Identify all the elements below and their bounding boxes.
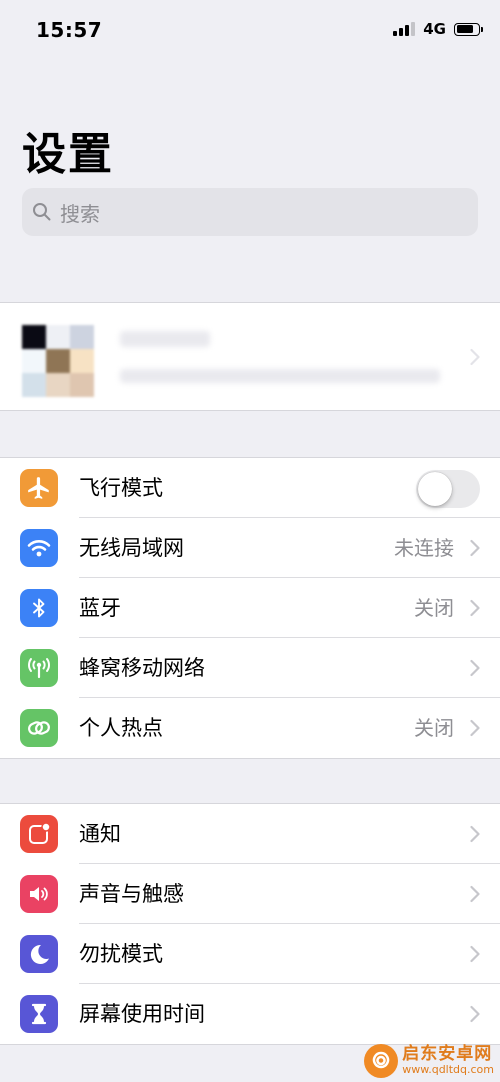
search-icon [33,203,51,221]
speaker-icon [20,875,58,913]
cellular-signal-icon [393,22,416,36]
settings-row-airplane[interactable]: 飞行模式 [0,458,500,518]
settings-group-system: 通知 声音与触感 勿扰模式 屏幕使用时间 [0,803,500,1045]
settings-row-sounds[interactable]: 声音与触感 [0,864,500,924]
status-time: 15:57 [36,18,103,42]
settings-row-notifications[interactable]: 通知 [0,804,500,864]
settings-row-label: 勿扰模式 [79,942,163,966]
link-icon [20,709,58,747]
settings-row-bluetooth[interactable]: 蓝牙 关闭 [0,578,500,638]
hourglass-icon [20,995,58,1033]
settings-row-label: 声音与触感 [79,882,184,906]
network-type: 4G [423,20,446,38]
settings-row-value: 关闭 [414,596,454,620]
watermark-logo-icon [364,1044,399,1078]
settings-row-value: 未连接 [394,536,454,560]
settings-row-wifi[interactable]: 无线局域网 未连接 [0,518,500,578]
chevron-right-icon [470,539,480,557]
chevron-right-icon [470,885,480,903]
chevron-right-icon [470,348,480,365]
settings-row-label: 无线局域网 [79,536,184,560]
chevron-right-icon [470,659,480,677]
settings-row-cellular[interactable]: 蜂窝移动网络 [0,638,500,698]
settings-row-label: 个人热点 [79,716,163,740]
watermark: 启东安卓网 www.qdltdq.com [364,1044,494,1078]
settings-row-label: 飞行模式 [79,476,163,500]
settings-group-connectivity: 飞行模式 无线局域网 未连接 蓝牙 关闭 蜂窝移动网络 个人热点 关闭 [0,457,500,759]
notification-icon [20,815,58,853]
wifi-icon [20,529,58,567]
settings-row-label: 蜂窝移动网络 [79,656,205,680]
watermark-url: www.qdltdq.com [402,1063,494,1077]
search-input[interactable]: 搜索 [22,188,478,236]
search-placeholder: 搜索 [60,201,100,226]
settings-row-label: 通知 [79,822,121,846]
settings-row-dnd[interactable]: 勿扰模式 [0,924,500,984]
airplane-mode-toggle[interactable] [416,470,480,508]
chevron-right-icon [470,1005,480,1023]
settings-row-label: 屏幕使用时间 [79,1002,205,1026]
battery-icon [454,22,483,36]
page-title: 设置 [22,129,114,180]
chevron-right-icon [470,719,480,737]
status-indicators: 4G [393,20,483,38]
airplane-icon [20,469,58,507]
bluetooth-icon [20,589,58,627]
settings-row-hotspot[interactable]: 个人热点 关闭 [0,698,500,758]
chevron-right-icon [470,945,480,963]
chevron-right-icon [470,599,480,617]
chevron-right-icon [470,825,480,843]
antenna-icon [20,649,58,687]
apple-id-row[interactable] [0,302,500,411]
status-bar: 15:57 4G [0,0,500,62]
moon-icon [20,935,58,973]
watermark-title: 启东安卓网 [402,1044,493,1065]
avatar [22,325,94,397]
settings-row-label: 蓝牙 [79,596,121,620]
settings-row-value: 关闭 [414,716,454,740]
settings-row-screen-time[interactable]: 屏幕使用时间 [0,984,500,1044]
